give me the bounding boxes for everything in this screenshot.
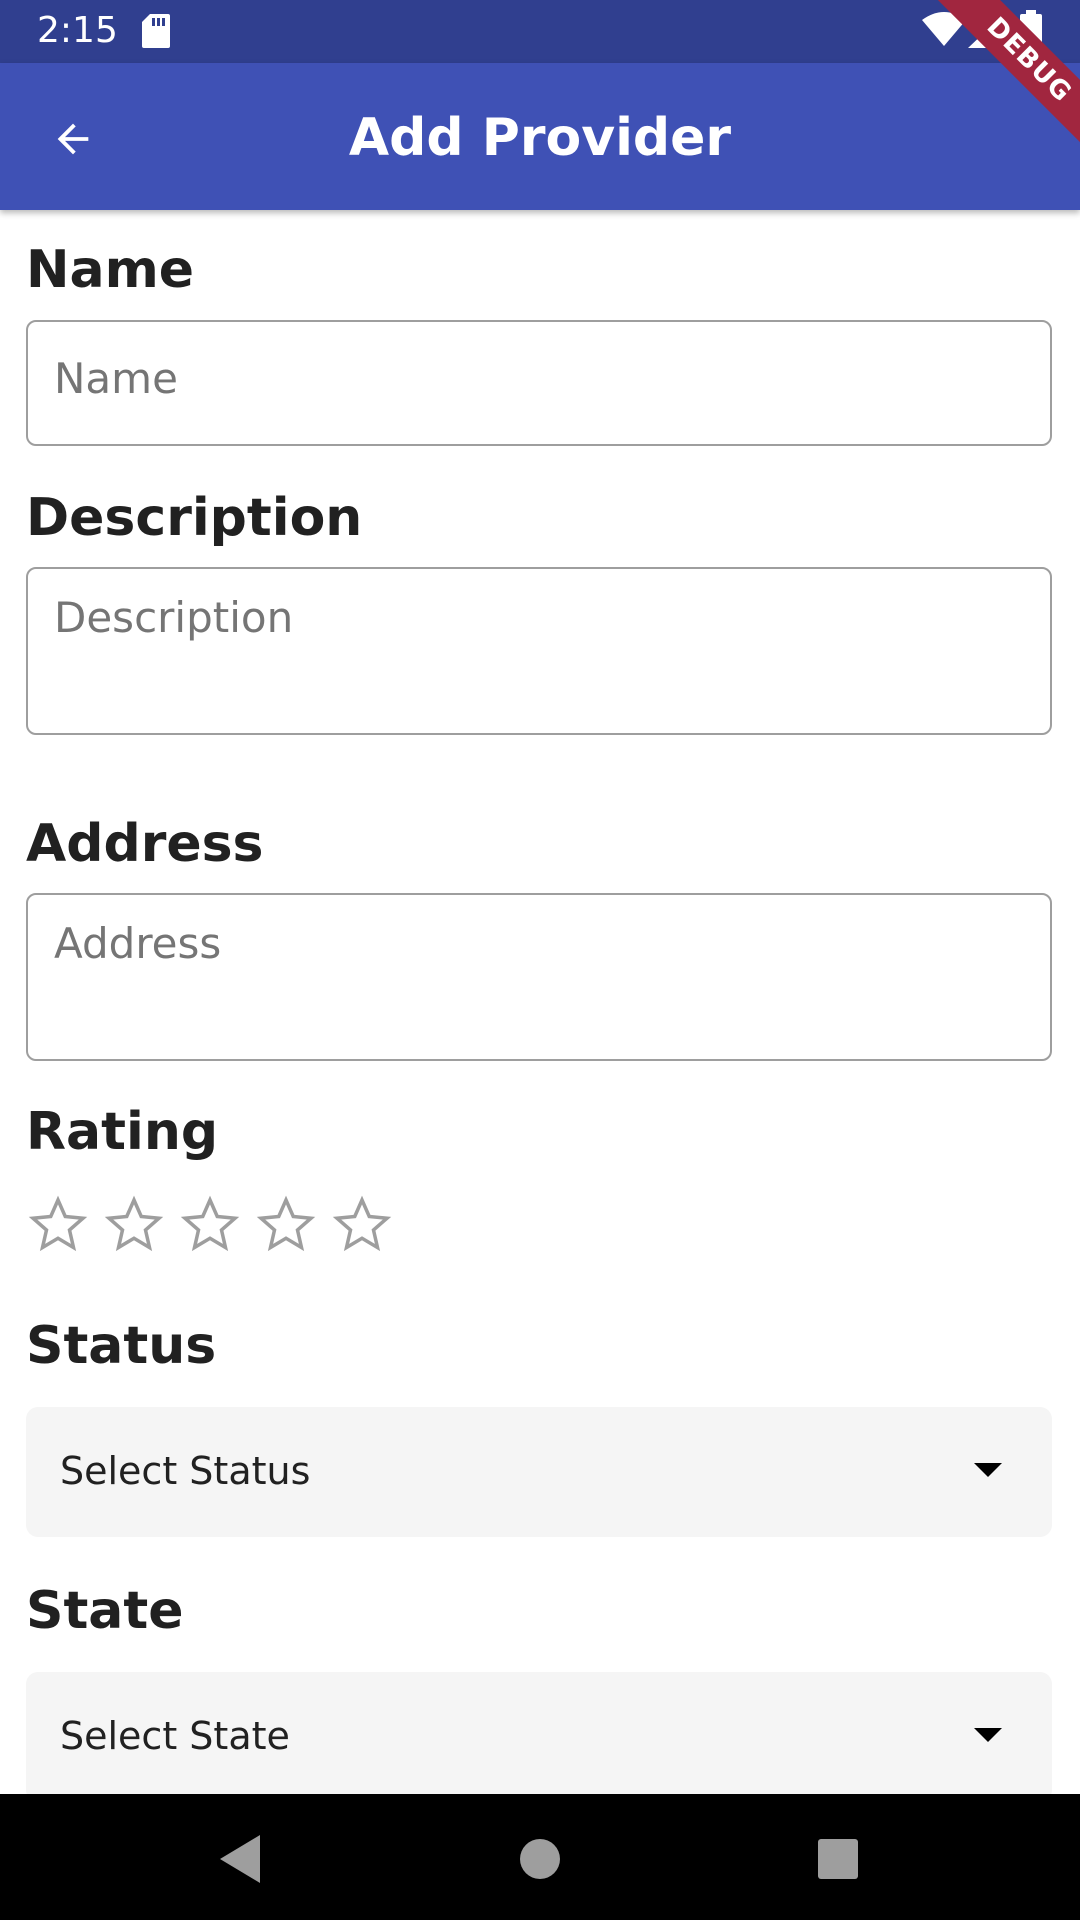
star-outline-icon[interactable]: [180, 1195, 240, 1255]
description-field[interactable]: Description: [26, 567, 1052, 735]
name-label: Name: [26, 240, 195, 300]
address-placeholder: Address: [54, 919, 222, 968]
wifi-icon: [922, 12, 966, 46]
name-placeholder: Name: [54, 354, 178, 403]
name-field[interactable]: Name: [26, 320, 1052, 446]
state-dropdown[interactable]: Select State: [26, 1672, 1052, 1802]
system-nav-bar: [0, 1794, 1080, 1920]
description-placeholder: Description: [54, 593, 294, 642]
status-time: 2:15: [37, 10, 118, 51]
recents-square-icon[interactable]: [810, 1831, 866, 1887]
dropdown-arrow-icon: [974, 1463, 1002, 1477]
star-outline-icon[interactable]: [104, 1195, 164, 1255]
address-field[interactable]: Address: [26, 893, 1052, 1061]
star-outline-icon[interactable]: [332, 1195, 392, 1255]
back-triangle-icon[interactable]: [214, 1831, 270, 1887]
address-label: Address: [26, 814, 264, 874]
page-title: Add Provider: [348, 108, 732, 168]
sd-card-icon: [142, 14, 170, 48]
rating-label: Rating: [26, 1102, 219, 1162]
dropdown-arrow-icon: [974, 1728, 1002, 1742]
description-label: Description: [26, 488, 363, 548]
app-bar: Add Provider: [0, 63, 1080, 210]
status-label: Status: [26, 1316, 217, 1376]
status-dropdown[interactable]: Select Status: [26, 1407, 1052, 1537]
star-outline-icon[interactable]: [256, 1195, 316, 1255]
star-outline-icon[interactable]: [28, 1195, 88, 1255]
home-circle-icon[interactable]: [512, 1831, 568, 1887]
battery-icon: [1020, 10, 1042, 50]
status-bar: 2:15: [0, 0, 1080, 63]
cell-signal-icon: [968, 12, 1006, 48]
state-selected-value: Select State: [60, 1714, 290, 1758]
status-selected-value: Select Status: [60, 1449, 311, 1493]
state-label: State: [26, 1581, 184, 1641]
